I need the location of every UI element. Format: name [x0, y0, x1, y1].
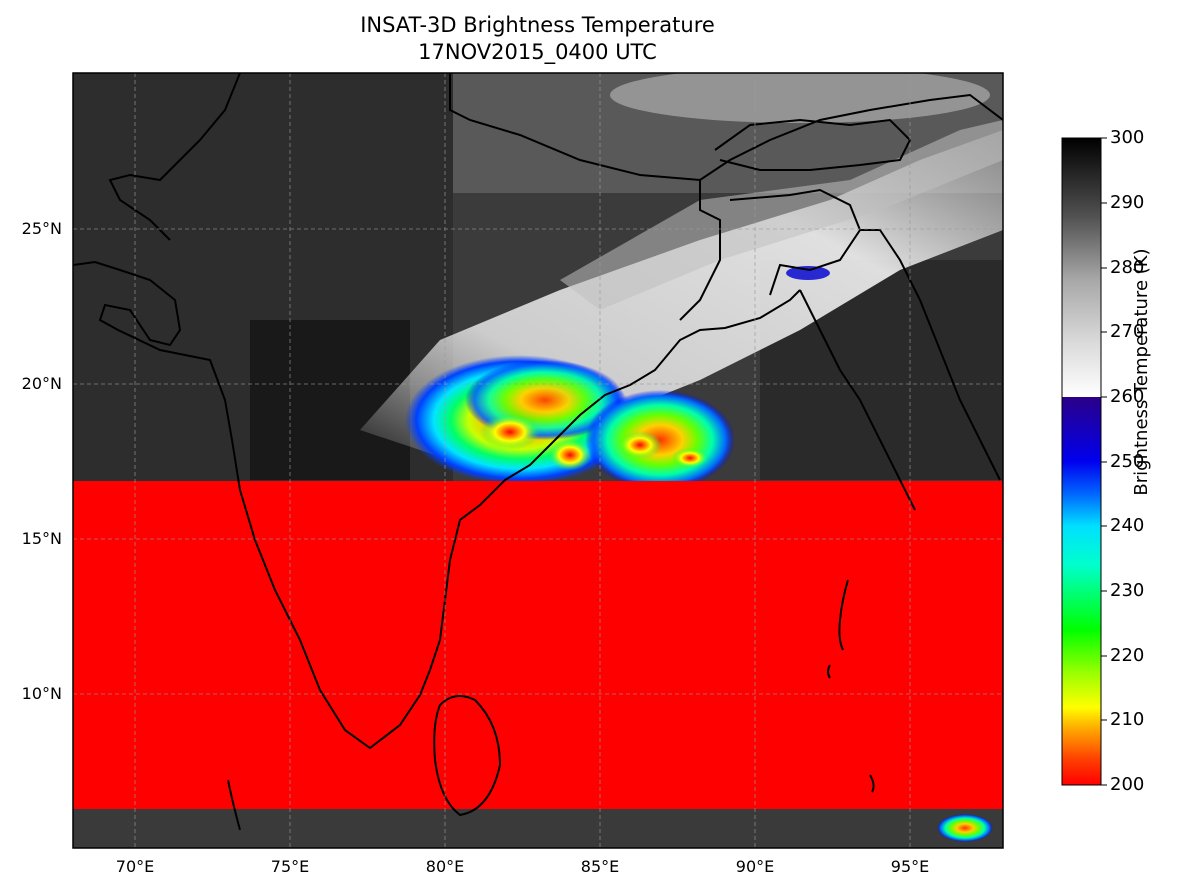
missing-data-band	[73, 481, 1003, 809]
lat-label-25: 25°N	[21, 219, 62, 238]
map-figure	[72, 72, 1107, 849]
lat-label-10: 10°N	[21, 684, 62, 703]
colorbar-tick-290: 290	[1110, 192, 1145, 213]
colorbar-tick-240: 240	[1110, 515, 1145, 536]
colorbar-ticks	[1101, 137, 1107, 786]
lon-label-75: 75°E	[270, 857, 310, 876]
lon-label-80: 80°E	[425, 857, 465, 876]
colorbar-tick-210: 210	[1110, 709, 1145, 730]
map-area	[73, 73, 1003, 848]
colorbar-tick-200: 200	[1110, 774, 1145, 795]
colorbar-tick-230: 230	[1110, 580, 1145, 601]
lon-label-95: 95°E	[890, 857, 930, 876]
colorbar-label: Brightness Temperature (K)	[1131, 248, 1152, 496]
lon-label-85: 85°E	[580, 857, 620, 876]
colorbar-tick-220: 220	[1110, 645, 1145, 666]
lon-label-90: 90°E	[735, 857, 775, 876]
lat-label-15: 15°N	[21, 529, 62, 548]
colorbar-tick-300: 300	[1110, 127, 1145, 148]
lat-label-20: 20°N	[21, 374, 62, 393]
lon-label-70: 70°E	[115, 857, 155, 876]
colorbar	[1061, 137, 1102, 786]
